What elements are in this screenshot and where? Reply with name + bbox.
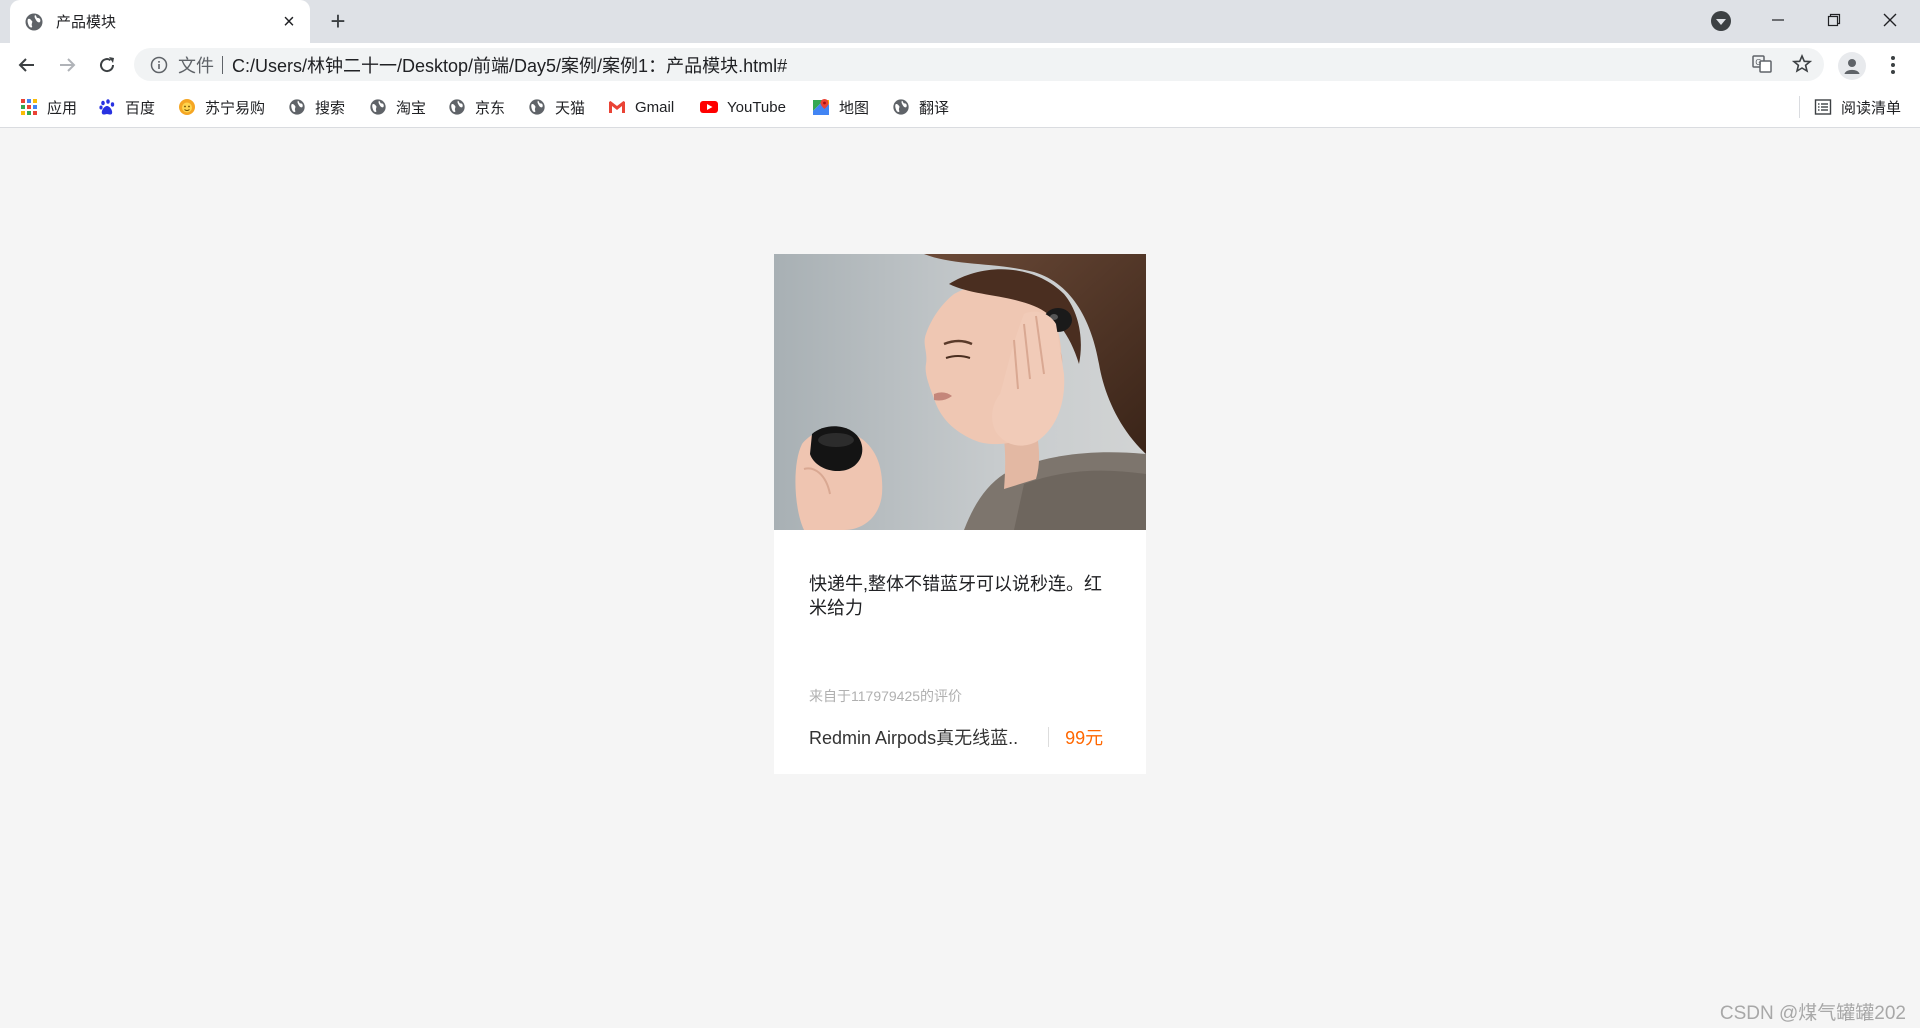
globe-icon — [289, 99, 305, 115]
kebab-menu-icon[interactable] — [1880, 51, 1906, 79]
bookmarks-divider — [1799, 96, 1800, 118]
profile-avatar-icon[interactable] — [1838, 52, 1866, 80]
product-card[interactable]: 快递牛,整体不错蓝牙可以说秒连。红米给力 来自于117979425的评价 Red… — [774, 254, 1146, 774]
url-separator — [222, 55, 223, 74]
url-text[interactable]: C:/Users/林钟二十一/Desktop/前端/Day5/案例/案例1：产品… — [232, 52, 787, 78]
bookmark-jd[interactable]: 京东 — [448, 96, 505, 118]
bookmark-search[interactable]: 搜索 — [288, 96, 345, 118]
bookmark-translate[interactable]: 翻译 — [892, 96, 949, 118]
back-arrow-icon[interactable] — [12, 50, 42, 80]
tab-search-icon[interactable] — [1711, 11, 1731, 31]
earbuds-model-photo — [774, 254, 1146, 530]
reading-list-icon — [1814, 99, 1832, 115]
maps-icon — [813, 99, 829, 115]
translate-icon[interactable]: G — [1748, 50, 1776, 78]
product-image[interactable] — [774, 254, 1146, 530]
new-tab-icon[interactable]: + — [324, 8, 352, 36]
reviewer-label: 来自于117979425的评价 — [809, 688, 963, 704]
globe-icon — [25, 13, 43, 30]
bookmark-apps[interactable]: 应用 — [20, 96, 77, 118]
browser-toolbar: 文件 C:/Users/林钟二十一/Desktop/前端/Day5/案例/案例1… — [0, 43, 1920, 86]
url-scheme-label: 文件 — [178, 55, 214, 76]
globe-icon — [449, 99, 465, 115]
tab-strip: 产品模块 × + — [0, 0, 1920, 43]
product-name[interactable]: Redmin Airpods真无线蓝.. — [809, 724, 1018, 750]
bookmark-taobao[interactable]: 淘宝 — [369, 96, 426, 118]
reload-icon[interactable] — [92, 50, 122, 80]
product-info-row: Redmin Airpods真无线蓝.. 99元 — [809, 724, 1119, 750]
bookmarks-bar: 应用 百度 苏宁易购 搜索 淘宝 京东 天猫 Gmail YouTube 地图 … — [0, 86, 1920, 128]
bookmark-tmall[interactable]: 天猫 — [528, 96, 585, 118]
info-icon[interactable] — [150, 56, 168, 74]
product-divider — [1048, 727, 1050, 747]
baidu-paw-icon — [99, 99, 115, 115]
restore-icon[interactable] — [1806, 0, 1862, 40]
tab-close-icon[interactable]: × — [278, 11, 300, 33]
apps-grid-icon — [21, 99, 37, 115]
globe-icon — [370, 99, 386, 115]
address-bar[interactable]: 文件 C:/Users/林钟二十一/Desktop/前端/Day5/案例/案例1… — [134, 48, 1824, 81]
tab-title: 产品模块 — [56, 14, 117, 31]
svg-text:G: G — [1755, 58, 1761, 67]
suning-lion-icon — [179, 99, 195, 115]
bookmark-maps[interactable]: 地图 — [812, 96, 869, 118]
youtube-icon — [700, 101, 718, 113]
browser-tab-active[interactable]: 产品模块 × — [10, 0, 310, 43]
bookmark-baidu[interactable]: 百度 — [98, 96, 155, 118]
gmail-icon — [609, 101, 625, 113]
forward-arrow-icon[interactable] — [52, 50, 82, 80]
product-price: 99元 — [1065, 728, 1104, 748]
globe-icon — [529, 99, 545, 115]
watermark: CSDN @煤气罐罐202 — [1719, 1003, 1906, 1024]
bookmark-youtube[interactable]: YouTube — [700, 96, 786, 118]
window-close-icon[interactable] — [1862, 0, 1918, 40]
globe-icon — [893, 99, 909, 115]
bookmark-gmail[interactable]: Gmail — [608, 96, 674, 118]
bookmark-suning[interactable]: 苏宁易购 — [178, 96, 265, 118]
bookmark-star-icon[interactable] — [1788, 50, 1816, 78]
review-text: 快递牛,整体不错蓝牙可以说秒连。红米给力 — [809, 574, 1102, 618]
reading-list-button[interactable]: 阅读清单 — [1814, 96, 1901, 118]
minimize-icon[interactable] — [1750, 0, 1806, 40]
